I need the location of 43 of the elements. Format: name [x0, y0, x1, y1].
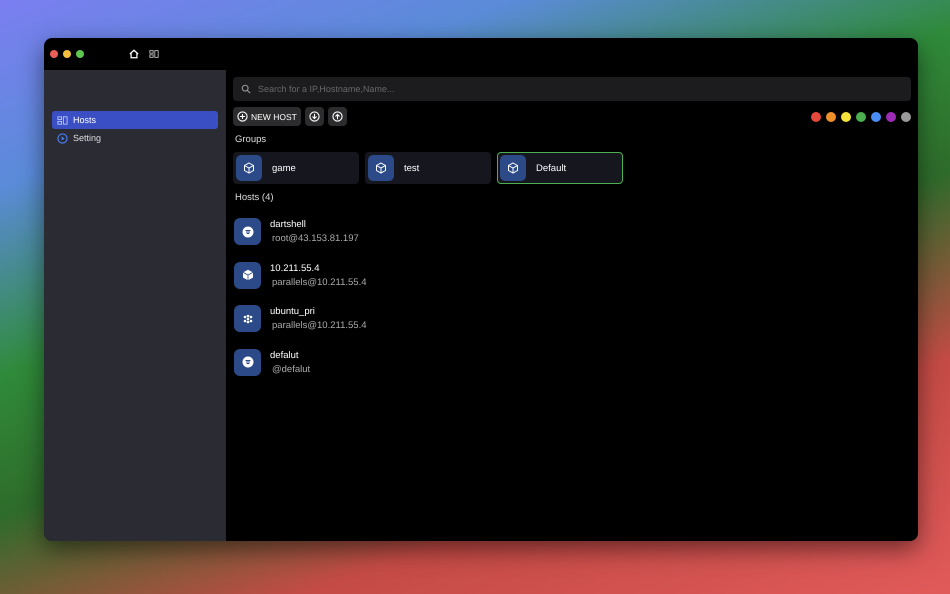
color-filter-dot[interactable] [871, 112, 881, 122]
servers-icon[interactable] [149, 49, 159, 59]
group-card[interactable]: Default [497, 152, 623, 184]
new-host-button[interactable]: NEW HOST [233, 107, 301, 126]
sidebar-item[interactable]: Hosts [52, 111, 218, 129]
host-address: parallels@10.211.55.4 [272, 320, 367, 332]
play-icon [57, 132, 68, 144]
host-name[interactable]: 10.211.55.4 [270, 262, 320, 274]
list-icon [242, 226, 254, 238]
minimize-button[interactable] [63, 50, 71, 58]
section-heading: Groups [235, 134, 266, 145]
home-icon[interactable] [129, 49, 139, 59]
section-heading: Hosts (4) [235, 192, 274, 203]
host-name[interactable]: ubuntu_pri [270, 306, 315, 318]
color-filter-dot[interactable] [856, 112, 866, 122]
close-button[interactable] [50, 50, 58, 58]
plus-icon [237, 111, 248, 122]
zoom-button[interactable] [76, 50, 84, 58]
cube-icon [242, 269, 254, 282]
color-filter-dot[interactable] [826, 112, 836, 122]
sidebar-item[interactable]: Setting [52, 129, 218, 147]
servers-icon [57, 114, 68, 126]
host-address: root@43.153.81.197 [272, 233, 359, 244]
host-address: @defalut [272, 364, 310, 375]
color-filter-dot[interactable] [886, 112, 896, 122]
group-card[interactable]: test [365, 152, 491, 184]
group-card[interactable]: game [233, 152, 359, 184]
host-address: parallels@10.211.55.4 [272, 276, 367, 288]
cube-icon [243, 162, 255, 174]
download-icon [308, 111, 320, 122]
download-button[interactable] [304, 107, 324, 126]
host-name[interactable]: dartshell [270, 219, 306, 230]
upload-icon [332, 111, 343, 122]
color-filter-dot[interactable] [841, 112, 851, 122]
upload-button[interactable] [328, 107, 347, 126]
color-filter-dot[interactable] [811, 112, 821, 122]
cube-icon [507, 162, 519, 174]
search-field[interactable]: Search for a IP,Hostname,Name... [233, 77, 911, 101]
list-icon [242, 356, 254, 368]
host-name[interactable]: defalut [270, 350, 299, 361]
dots-icon [242, 312, 254, 325]
color-filter-dot[interactable] [901, 112, 911, 122]
cube-icon [375, 162, 387, 174]
